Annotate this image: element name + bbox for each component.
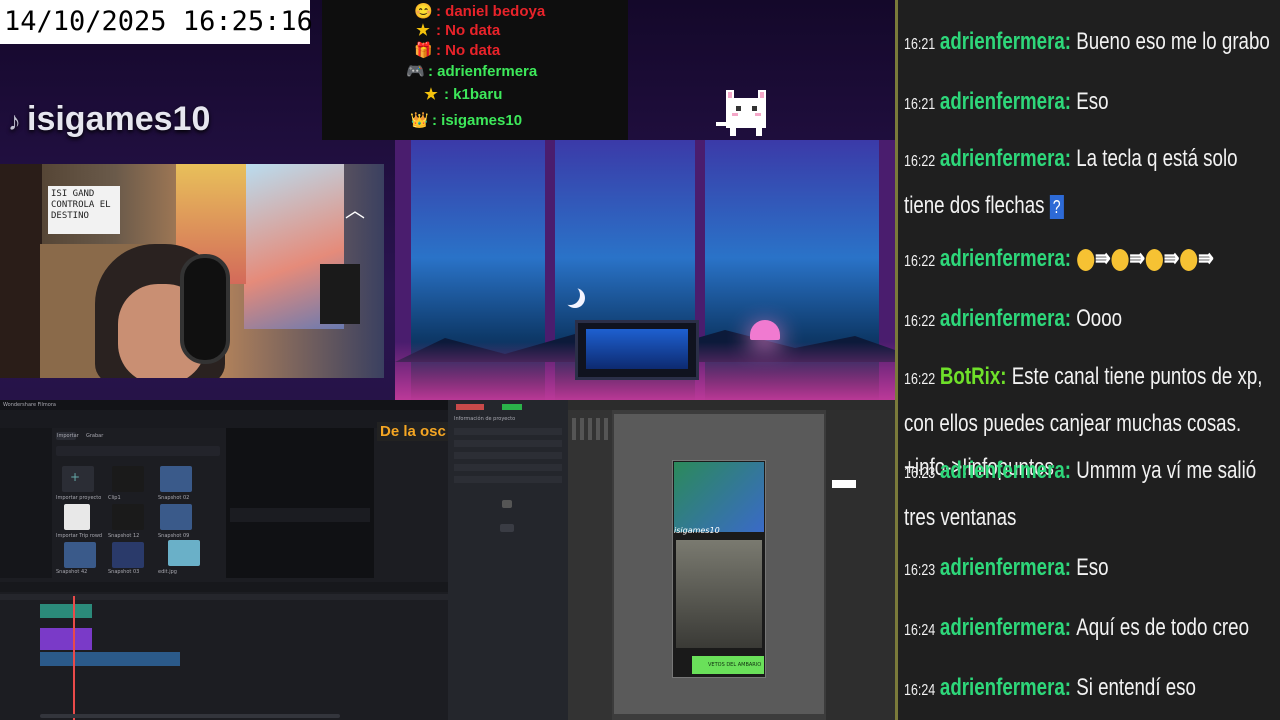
message-username[interactable]: adrienfermera [940,554,1065,581]
chat-message: 16:21 adrienfermera: Eso [904,88,1109,115]
record-tab[interactable]: Grabar [86,433,103,439]
info-row-gamer: 🎮: adrienfermera [406,63,538,80]
stream-scene: 14/10/2025 16:25:16 ♪ isigames10 😊: danie… [0,0,895,720]
chat-message: 16:23 adrienfermera: Ummm ya ví me salió … [904,457,1257,531]
info-row-crown: 👑: isigames10 [410,112,523,129]
info-row-gift: 🎁: No data [414,42,501,59]
message-username[interactable]: adrienfermera [940,245,1065,272]
datetime-display: 14/10/2025 16:25:16 [0,0,313,44]
arrow-right-icon: ⇛ [1163,245,1180,272]
message-text: Oooo [1076,305,1123,332]
watermark-text: isigames10 [674,526,720,535]
webcam-feed: ISI GAND CONTROLA EL DESTINO ︿ [0,164,384,378]
headphones-icon [180,254,230,364]
message-username[interactable]: adrienfermera [940,88,1065,115]
arrow-right-icon: ⇛ [1129,245,1146,272]
stream-info-panel: 😊: daniel bedoya ★: No data 🎁: No data 🎮… [322,0,628,140]
info-row-star-user: ★: k1baru [422,85,502,103]
webcam-wall-sign: ISI GAND CONTROLA EL DESTINO [48,186,120,234]
message-username[interactable]: adrienfermera [940,674,1065,701]
video-editor-window: Wondershare Filmora Importar Grabar + Im… [0,400,448,720]
image-editor-window: isigames10 VETOS DEL AMBARIO [568,400,895,720]
chat-message: 16:22 adrienfermera: ⇛ ⇛ ⇛ ⇛ [904,237,1271,284]
import-tab[interactable]: Importar [57,433,79,439]
info-row-star: ★: No data [414,21,500,39]
message-username[interactable]: adrienfermera [940,28,1065,55]
moon-icon [560,285,580,305]
message-username[interactable]: adrienfermera [940,614,1065,641]
star-icon: ★ [416,22,430,39]
message-text: Eso [1076,554,1109,581]
channel-brand-name: isigames10 [27,100,211,138]
emoji-face-icon [1180,248,1198,271]
project-info-title: Información de proyecto [454,416,516,422]
message-time: 16:24 [904,682,936,699]
message-time: 16:21 [904,96,936,113]
message-time: 16:23 [904,465,936,482]
message-username[interactable]: adrienfermera [940,305,1065,332]
preview-footer-text: VETOS DEL AMBARIO [708,662,762,668]
chat-message: 16:23 adrienfermera: Eso [904,554,1109,581]
chat-message: 16:21 adrienfermera: Bueno eso me lo grab… [904,28,1270,55]
info-row-top-fan: 😊: daniel bedoya [414,3,546,20]
arrow-right-icon: ⇛ [1094,245,1111,272]
star-icon: ★ [424,86,438,103]
emoji-face-icon [1111,248,1129,271]
lofi-window-artwork [395,140,895,402]
message-text: Bueno eso me lo grabo [1076,28,1270,55]
message-time: 16:22 [904,253,936,270]
message-text: Si entendí eso [1076,674,1196,701]
emote-chain: ⇛ ⇛ ⇛ ⇛ [1076,245,1214,272]
emoji-face-icon [1077,248,1095,271]
message-text: Eso [1076,88,1109,115]
emoji-face-icon [1145,248,1163,271]
chat-message: 16:24 adrienfermera: Aquí es de todo creo [904,614,1249,641]
tiktok-icon: ♪ [8,106,21,136]
chevron-up-icon: ︿ [345,198,365,222]
crown-icon: 👑 [410,112,429,129]
smile-face-icon: 😊 [414,3,433,20]
desk-lamp [750,320,780,340]
message-time: 16:21 [904,36,936,53]
arrow-right-icon: ⇛ [1198,245,1214,272]
message-time: 16:22 [904,153,936,170]
message-username[interactable]: BotRix [940,363,1000,390]
gift-icon: 🎁 [414,42,433,59]
chat-panel: 16:21 adrienfermera: Bueno eso me lo grab… [895,0,1280,720]
desk-monitor [575,320,699,380]
chat-message: 16:22 adrienfermera: La tecla q está solo… [904,145,1238,219]
channel-brand: ♪ isigames10 [8,100,210,139]
add-media-icon[interactable]: + [70,470,80,484]
message-text: Aquí es de todo creo [1076,614,1249,641]
pixel-cat-icon [716,90,766,136]
chat-message: 16:24 adrienfermera: Si entendí eso [904,674,1196,701]
gamepad-icon: 🎮 [406,63,425,80]
message-time: 16:24 [904,622,936,639]
message-username[interactable]: adrienfermera [940,145,1065,172]
chat-message: 16:22 adrienfermera: Oooo [904,305,1123,332]
emote-box-icon: ? [1049,194,1064,219]
message-username[interactable]: adrienfermera [940,457,1065,484]
preview-title-banner: De la osc [377,422,451,441]
message-time: 16:22 [904,313,936,330]
message-time: 16:22 [904,371,936,388]
message-time: 16:23 [904,562,936,579]
project-properties-panel: Información de proyecto [448,400,568,720]
